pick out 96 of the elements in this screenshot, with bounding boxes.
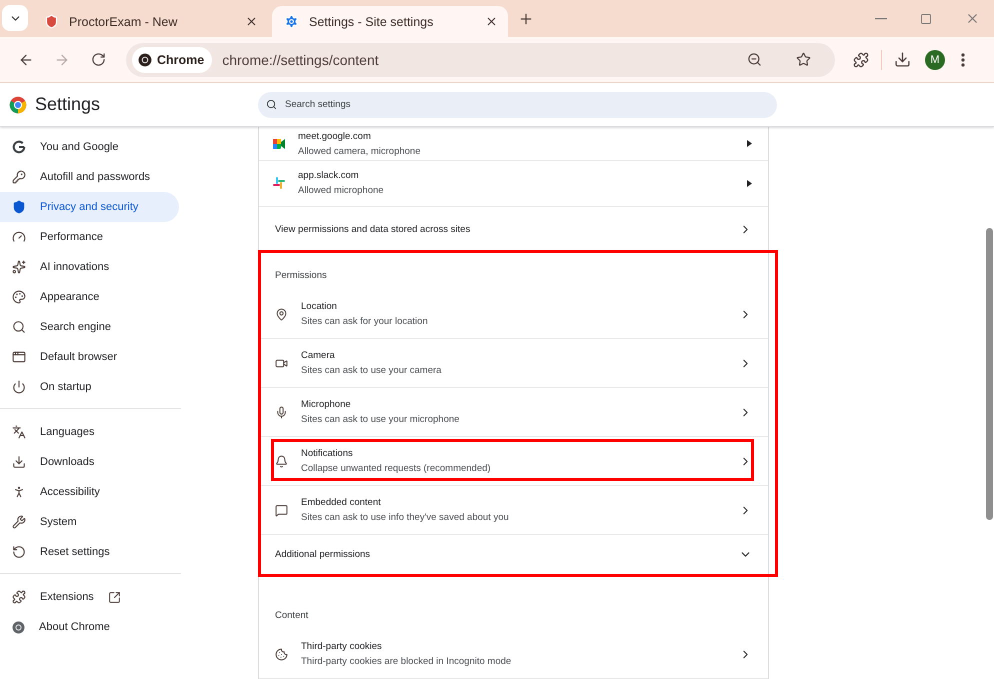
- permission-row[interactable]: Microphone Sites can ask to use your microphone: [259, 388, 768, 437]
- sparkles-icon: [12, 260, 26, 274]
- shield-icon: [12, 200, 26, 214]
- tab-title: Settings - Site settings: [309, 14, 434, 28]
- site-name: app.slack.com: [298, 170, 360, 182]
- permission-row[interactable]: Location Sites can ask for your location: [259, 290, 768, 339]
- maximize-icon: [920, 12, 932, 24]
- permission-title: Location: [301, 301, 338, 312]
- permission-title: Third-party cookies: [301, 641, 383, 652]
- section-title: Permissions: [275, 270, 327, 281]
- permission-detail: Sites can ask to use your microphone: [301, 414, 460, 425]
- browser-tab[interactable]: ProctorExam - New: [32, 6, 268, 37]
- bell-icon: [275, 454, 288, 468]
- sidebar-item[interactable]: Languages: [0, 417, 179, 447]
- cookie-icon: [275, 648, 288, 660]
- site-detail: Allowed microphone: [298, 185, 385, 196]
- url-text: chrome://settings/content: [222, 52, 380, 68]
- gear-icon: [284, 14, 299, 29]
- sidebar-item[interactable]: Privacy and security: [0, 192, 179, 222]
- sidebar-item[interactable]: About Chrome: [0, 612, 179, 642]
- permission-row[interactable]: Third-party cookies Third-party cookies are blocked in Incognito mode: [259, 630, 768, 679]
- location-pin-icon: [275, 308, 288, 320]
- permission-row[interactable]: Notifications Collapse unwanted requests (recommended): [259, 437, 768, 486]
- profile-avatar[interactable]: M: [925, 50, 945, 70]
- permission-title: Notifications: [301, 448, 354, 459]
- sidebar-item[interactable]: Default browser: [0, 342, 179, 372]
- menu-icon: [961, 52, 965, 66]
- permission-title: Embedded content: [301, 497, 382, 508]
- chrome-logo-icon: [9, 96, 27, 114]
- sidebar-item[interactable]: You and Google: [0, 132, 179, 162]
- reload-icon: [90, 52, 106, 67]
- tab-list-button[interactable]: [2, 5, 28, 31]
- section-title: Content: [275, 610, 308, 620]
- permission-row[interactable]: Embedded content Sites can ask to use info they've saved about you: [259, 486, 768, 535]
- sidebar-item[interactable]: Search engine: [0, 312, 179, 342]
- sidebar-item[interactable]: Appearance: [0, 282, 179, 312]
- hash-logo-icon: [273, 177, 285, 190]
- sidebar-item[interactable]: Extensions: [0, 582, 179, 612]
- page-title: Settings: [35, 94, 100, 115]
- additional-permissions-row[interactable]: Additional permissions: [259, 535, 768, 573]
- key-icon: [12, 170, 26, 184]
- tab-title: ProctorExam - New: [69, 14, 178, 28]
- wrench-icon: [12, 515, 26, 529]
- sidebar-item[interactable]: Reset settings: [0, 537, 179, 567]
- download-icon: [12, 455, 26, 469]
- permission-detail: Sites can ask for your location: [301, 316, 429, 327]
- site-detail: Allowed camera, microphone: [298, 146, 422, 157]
- puzzle-icon: [853, 52, 869, 68]
- browser-tab[interactable]: Settings - Site settings: [272, 6, 508, 37]
- letter-g-icon: [12, 140, 26, 154]
- permission-title: Camera: [301, 350, 336, 361]
- chrome-logo-icon: [138, 52, 152, 66]
- zoom-out-icon: [747, 52, 762, 67]
- shield-icon: [44, 14, 59, 29]
- arrow-icon: [747, 140, 752, 148]
- puzzle-icon: [12, 590, 26, 604]
- sidebar-item[interactable]: Accessibility: [0, 477, 179, 507]
- site-name: meet.google.com: [298, 130, 372, 142]
- close-icon: [245, 15, 258, 28]
- external-link-icon: [108, 590, 121, 604]
- star-icon: [796, 52, 811, 67]
- minimize-icon: [875, 18, 887, 20]
- sidebar-item[interactable]: AI innovations: [0, 252, 179, 282]
- close-icon: [485, 15, 498, 28]
- close-icon: [965, 11, 980, 26]
- permission-detail: Third-party cookies are blocked in Incognito mode: [301, 656, 512, 667]
- sidebar-item[interactable]: Downloads: [0, 447, 179, 477]
- sidebar-item[interactable]: System: [0, 507, 179, 537]
- sidebar-item[interactable]: Autofill and passwords: [0, 162, 179, 192]
- power-icon: [12, 380, 26, 394]
- search-icon: [266, 99, 277, 110]
- permission-row[interactable]: Camera Sites can ask to use your camera: [259, 339, 768, 388]
- translate-icon: [12, 425, 26, 439]
- permission-title: Microphone: [301, 399, 352, 410]
- search-icon: [12, 320, 26, 334]
- site-row[interactable]: app.slack.com Allowed microphone: [259, 161, 768, 207]
- gauge-icon: [12, 230, 26, 244]
- scrollbar-thumb[interactable]: [986, 228, 993, 520]
- sidebar-item[interactable]: Performance: [0, 222, 179, 252]
- sidebar-item[interactable]: On startup: [0, 372, 179, 402]
- palette-icon: [12, 290, 26, 304]
- video-call-icon: [273, 138, 285, 149]
- arrow-icon: [747, 180, 752, 187]
- permission-detail: Sites can ask to use info they've saved about you: [301, 512, 510, 523]
- reset-icon: [12, 545, 26, 559]
- chrome-logo-icon: [12, 620, 25, 634]
- view-permissions-link[interactable]: View permissions and data stored across sites: [259, 206, 768, 252]
- person-icon: [12, 485, 26, 499]
- microphone-icon: [275, 406, 288, 418]
- download-icon: [894, 51, 911, 68]
- permission-detail: Collapse unwanted requests (recommended): [301, 463, 492, 474]
- permission-detail: Sites can ask to use your camera: [301, 365, 442, 376]
- site-chip[interactable]: Chrome: [132, 46, 212, 72]
- site-row[interactable]: meet.google.com Allowed camera, microphone: [259, 127, 768, 162]
- window-icon: [12, 350, 26, 364]
- address-bar[interactable]: Chrome chrome://settings/content: [126, 42, 835, 76]
